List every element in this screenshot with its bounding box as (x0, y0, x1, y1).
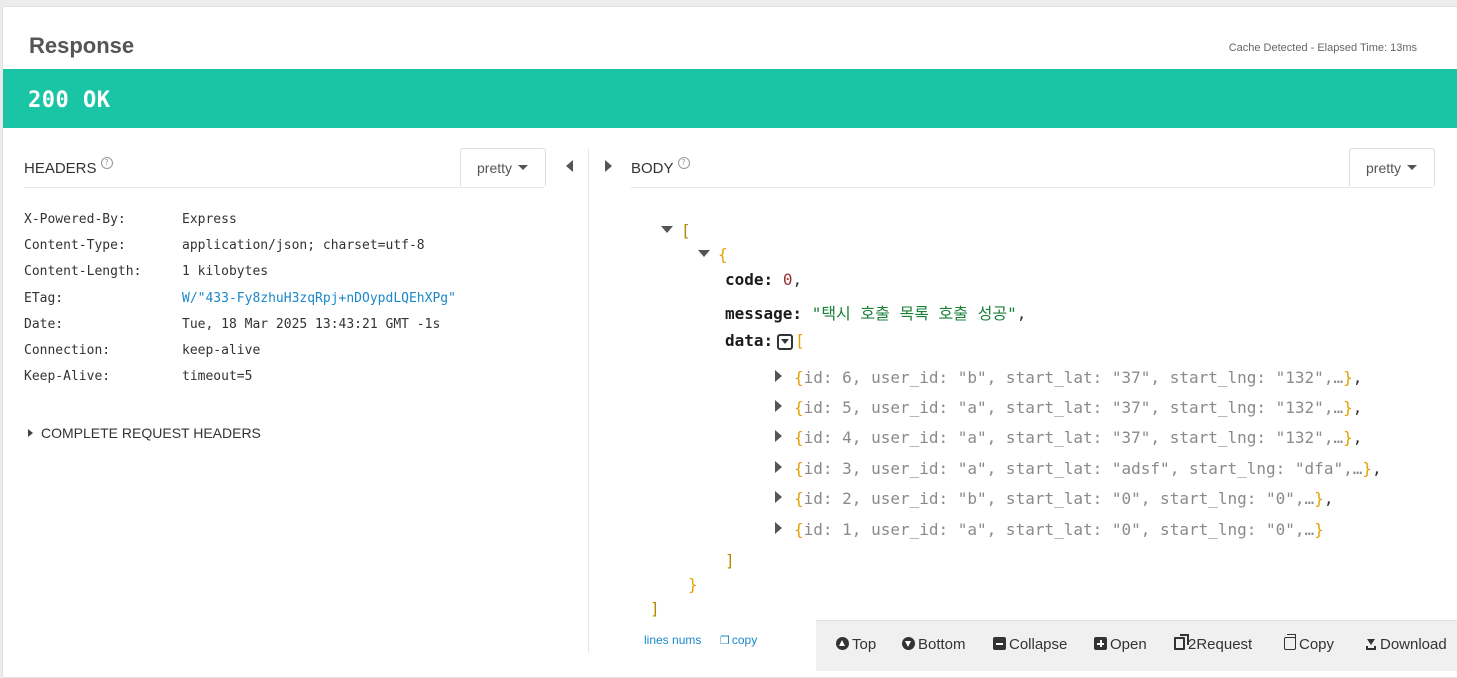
json-data-line: data:[ (725, 331, 805, 350)
file-copy-icon (1174, 634, 1189, 650)
collapse-box-icon[interactable] (777, 334, 794, 350)
json-data-item[interactable]: {id: 2, user_id: "b", start_lat: "0", st… (775, 489, 1333, 508)
to-request-button[interactable]: 2Request (1174, 634, 1252, 653)
top-button[interactable]: Top (836, 636, 876, 653)
json-root-close: ] (650, 599, 660, 618)
lines-nums-link[interactable]: lines nums (644, 633, 701, 647)
body-toolbar: Top Bottom Collapse Open 2Request Copy D… (816, 620, 1457, 671)
collapse-button[interactable]: Collapse (993, 636, 1067, 653)
json-data-item[interactable]: {id: 4, user_id: "a", start_lat: "37", s… (775, 428, 1362, 447)
json-data-close: ] (725, 551, 735, 570)
json-data-item[interactable]: {id: 5, user_id: "a", start_lat: "37", s… (775, 398, 1362, 417)
json-root-line: [ (661, 221, 691, 240)
json-body-viewer: [ { code: 0, message: "택시 호출 목록 호출 성공", … (0, 0, 1457, 665)
copy-link[interactable]: ❐ copy (720, 633, 757, 647)
plus-square-icon (1094, 637, 1107, 650)
expand-item-icon[interactable] (775, 491, 782, 503)
bottom-button[interactable]: Bottom (902, 636, 966, 653)
expand-item-icon[interactable] (775, 400, 782, 412)
copy-icon: ❐ (720, 635, 730, 647)
copy-icon (1284, 634, 1296, 650)
expand-item-icon[interactable] (775, 370, 782, 382)
expand-toggle-icon[interactable] (661, 226, 673, 233)
minus-square-icon (993, 637, 1006, 650)
json-message-line: message: "택시 호출 목록 호출 성공", (725, 304, 1027, 323)
json-data-item[interactable]: {id: 1, user_id: "a", start_lat: "0", st… (775, 520, 1324, 539)
copy-button[interactable]: Copy (1284, 634, 1334, 653)
expand-item-icon[interactable] (775, 461, 782, 473)
json-object-line: { (698, 245, 728, 264)
download-button[interactable]: Download (1364, 636, 1447, 653)
json-data-item[interactable]: {id: 3, user_id: "a", start_lat: "adsf",… (775, 459, 1382, 478)
expand-item-icon[interactable] (775, 430, 782, 442)
json-data-item[interactable]: {id: 6, user_id: "b", start_lat: "37", s… (775, 368, 1362, 387)
download-icon (1364, 637, 1377, 650)
json-object-close: } (688, 575, 698, 594)
arrow-up-circle-icon (836, 637, 849, 650)
expand-item-icon[interactable] (775, 522, 782, 534)
open-button[interactable]: Open (1094, 636, 1147, 653)
arrow-down-circle-icon (902, 637, 915, 650)
json-code-line: code: 0, (725, 270, 803, 289)
expand-toggle-icon[interactable] (698, 250, 710, 257)
